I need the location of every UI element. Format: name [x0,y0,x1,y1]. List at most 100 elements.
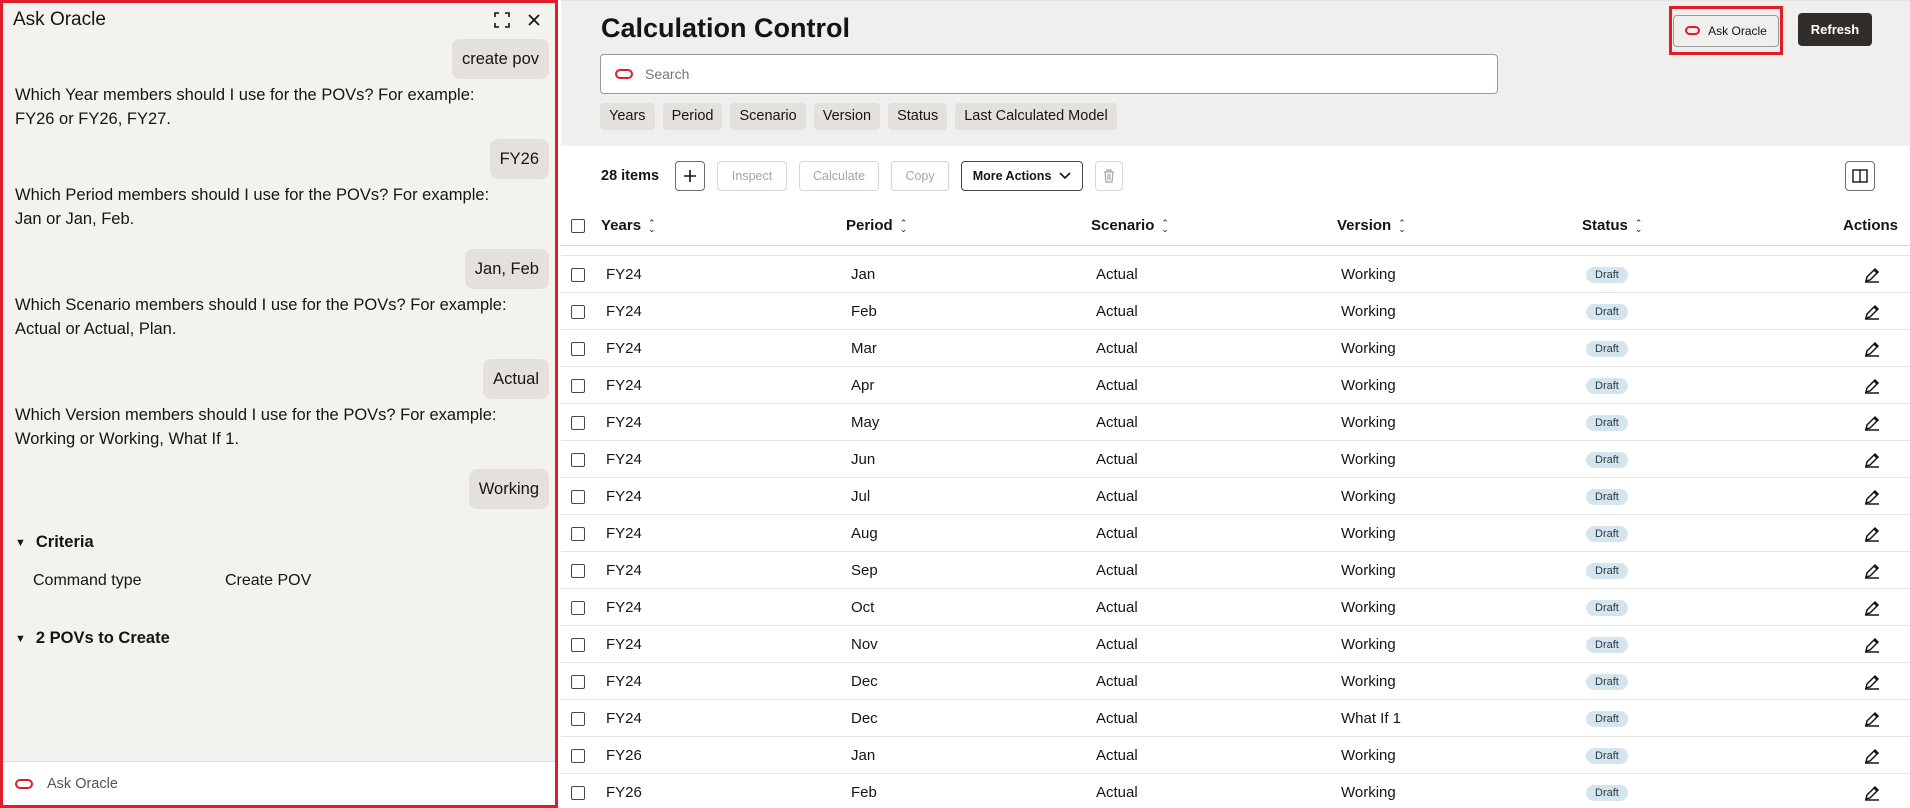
copy-button[interactable]: Copy [891,161,950,191]
edit-icon[interactable] [1864,737,1880,774]
cell-years: FY24 [606,266,642,283]
edit-icon[interactable] [1864,256,1880,293]
table-row[interactable]: FY24 Aug Actual Working Draft [561,515,1910,552]
row-checkbox[interactable] [571,341,585,356]
edit-icon[interactable] [1864,478,1880,515]
search-bar[interactable] [600,54,1498,94]
panel-toggle-button[interactable] [1845,161,1875,191]
row-checkbox[interactable] [571,489,585,504]
criteria-toggle[interactable]: ▼ Criteria [15,533,94,552]
cell-version: What If 1 [1341,710,1402,727]
row-checkbox[interactable] [571,452,585,467]
cell-years: FY24 [606,710,642,727]
select-all-checkbox[interactable] [571,218,585,233]
table-row[interactable]: FY26 Jan Actual Working Draft [561,737,1910,774]
edit-icon[interactable] [1864,552,1880,589]
status-badge: Draft [1586,525,1628,542]
filter-chip-years[interactable]: Years [600,103,655,130]
add-button[interactable] [675,161,706,191]
filter-chip-last-calculated-model[interactable]: Last Calculated Model [955,103,1117,130]
edit-icon[interactable] [1864,700,1880,737]
item-count: 28 items [601,168,660,184]
table-row[interactable]: FY24 Jun Actual Working Draft [561,441,1910,478]
filter-chip-version[interactable]: Version [813,103,881,130]
row-checkbox[interactable] [571,563,585,578]
ask-oracle-button[interactable]: Ask Oracle [1673,14,1779,47]
more-actions-button[interactable]: More Actions [961,161,1084,191]
table-row[interactable]: FY24 Sep Actual Working Draft [561,552,1910,589]
row-checkbox[interactable] [571,748,585,763]
edit-icon[interactable] [1864,663,1880,700]
cell-years: FY26 [606,784,642,801]
column-header-version[interactable]: Version ⌃ ⌄ [1337,217,1406,234]
table-row[interactable]: FY24 Nov Actual Working Draft [561,626,1910,663]
row-checkbox[interactable] [571,711,585,726]
row-checkbox[interactable] [571,415,585,430]
table-row[interactable]: FY24 Feb Actual Working Draft [561,293,1910,330]
row-checkbox[interactable] [571,785,585,800]
edit-icon[interactable] [1864,774,1880,808]
table-row[interactable]: FY24 Jan Actual Working Draft [561,256,1910,293]
ask-oracle-panel: Ask Oracle create pov Which Year members… [0,0,558,808]
chat-input[interactable]: Ask Oracle [47,776,118,792]
chat-conversation[interactable]: create pov Which Year members should I u… [3,37,555,761]
inspect-button[interactable]: Inspect [717,161,788,191]
calculate-button[interactable]: Calculate [799,161,880,191]
column-header-scenario[interactable]: Scenario ⌃ ⌄ [1091,217,1169,234]
user-message: Jan, Feb [464,249,549,289]
table-row[interactable]: FY24 Apr Actual Working Draft [561,367,1910,404]
status-badge: Draft [1586,340,1628,357]
row-checkbox[interactable] [571,600,585,615]
delete-button[interactable] [1095,161,1124,191]
row-checkbox[interactable] [571,304,585,319]
filter-chip-period[interactable]: Period [662,103,723,130]
table-row[interactable]: FY24 Oct Actual Working Draft [561,589,1910,626]
row-checkbox[interactable] [571,267,585,282]
row-checkbox[interactable] [571,526,585,541]
cell-period: Jan [851,266,876,283]
table-row[interactable]: FY24 Mar Actual Working Draft [561,330,1910,367]
cell-version: Working [1341,488,1396,505]
table-row[interactable]: FY24 Dec Actual What If 1 Draft [561,700,1910,737]
table-row[interactable]: FY24 May Actual Working Draft [561,404,1910,441]
expand-icon[interactable] [491,9,513,31]
filter-chip-scenario[interactable]: Scenario [730,103,806,130]
povs-toggle[interactable]: ▼ 2 POVs to Create [15,629,170,648]
search-input[interactable] [645,66,1497,82]
cell-period: Sep [851,562,878,579]
cell-version: Working [1341,414,1396,431]
user-message: FY26 [489,139,549,179]
edit-icon[interactable] [1864,404,1880,441]
cell-scenario: Actual [1096,525,1138,542]
split-panel-icon [1852,169,1868,183]
table-toolbar: 28 items Inspect Calculate Copy More Act… [561,146,1910,206]
plus-icon [684,170,697,182]
table-row[interactable]: FY24 Dec Actual Working Draft [561,663,1910,700]
table-row[interactable]: FY24 Jul Actual Working Draft [561,478,1910,515]
edit-icon[interactable] [1864,367,1880,404]
column-header-years[interactable]: Years ⌃ ⌄ [601,217,656,234]
edit-icon[interactable] [1864,589,1880,626]
table-row[interactable]: FY26 Feb Actual Working Draft [561,774,1910,808]
refresh-button[interactable]: Refresh [1798,13,1872,46]
row-checkbox[interactable] [571,674,585,689]
close-icon[interactable] [523,9,545,31]
row-checkbox[interactable] [571,378,585,393]
cell-period: Aug [851,525,878,542]
cell-version: Working [1341,266,1396,283]
collapse-triangle-icon: ▼ [15,536,26,549]
row-checkbox[interactable] [571,637,585,652]
edit-icon[interactable] [1864,441,1880,478]
filter-chip-status[interactable]: Status [888,103,948,130]
edit-icon[interactable] [1864,515,1880,552]
chat-input-bar[interactable]: Ask Oracle [3,761,555,805]
column-header-period[interactable]: Period ⌃ ⌄ [846,217,907,234]
table-header: Years ⌃ ⌄ Period ⌃ ⌄ Scenario ⌃ ⌄ Version ⌃… [561,206,1910,246]
column-header-status[interactable]: Status ⌃ ⌄ [1582,217,1642,234]
edit-icon[interactable] [1864,626,1880,663]
edit-icon[interactable] [1864,330,1880,367]
cell-version: Working [1341,377,1396,394]
status-badge: Draft [1586,784,1628,801]
edit-icon[interactable] [1864,293,1880,330]
cell-period: Oct [851,599,875,616]
